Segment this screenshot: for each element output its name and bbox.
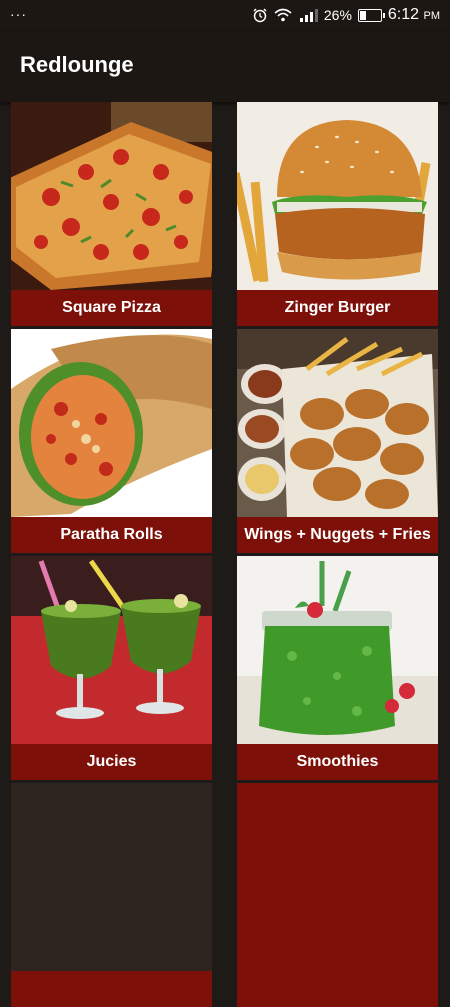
battery-icon: [357, 8, 385, 22]
smoothies-photo: [237, 556, 438, 744]
signal-icon: [299, 9, 318, 22]
partial-item-photo: [11, 783, 212, 971]
menu-card-partial[interactable]: [237, 783, 438, 1007]
menu-card-label: Smoothies: [296, 753, 379, 770]
menu-card-label: Square Pizza: [62, 299, 161, 316]
menu-card-label: Jucies: [86, 753, 137, 770]
menu-card-label: Wings + Nuggets + Fries: [244, 526, 431, 543]
paratha-rolls-photo: [11, 329, 212, 517]
app-title: Redlounge: [20, 52, 134, 77]
menu-card-paratha-rolls[interactable]: Paratha Rolls: [11, 329, 212, 553]
app-bar: Redlounge: [0, 32, 450, 102]
menu-card-smoothies[interactable]: Smoothies: [237, 556, 438, 780]
menu-card-partial[interactable]: [11, 783, 212, 1007]
wings-nuggets-fries-photo: [237, 329, 438, 517]
alarm-icon: [253, 8, 267, 23]
battery-fill: [359, 10, 366, 20]
battery-percent: 26%: [323, 7, 352, 23]
menu-card-jucies[interactable]: Jucies: [11, 556, 212, 780]
clock: 6:12 PM: [388, 6, 440, 24]
clock-time: 6:12: [387, 6, 420, 23]
menu-card-wings-nuggets-fries[interactable]: Wings + Nuggets + Fries: [237, 329, 438, 553]
jucies-photo: [11, 556, 212, 744]
menu-card-square-pizza[interactable]: Square Pizza: [11, 102, 212, 326]
menu-card-label: Paratha Rolls: [60, 526, 163, 543]
menu-grid: Square Pizza Zinger Burger Paratha Rolls…: [0, 102, 450, 1007]
overflow-dots: ···: [10, 6, 27, 22]
partial-item-photo: [237, 783, 438, 971]
status-bar: ··· 26% 6:12 PM: [0, 0, 450, 32]
menu-card-label: Zinger Burger: [284, 299, 391, 316]
zinger-burger-photo: [237, 102, 438, 290]
wifi-icon: [274, 8, 292, 22]
square-pizza-photo: [11, 102, 212, 290]
clock-ampm: PM: [423, 10, 441, 22]
menu-card-zinger-burger[interactable]: Zinger Burger: [237, 102, 438, 326]
